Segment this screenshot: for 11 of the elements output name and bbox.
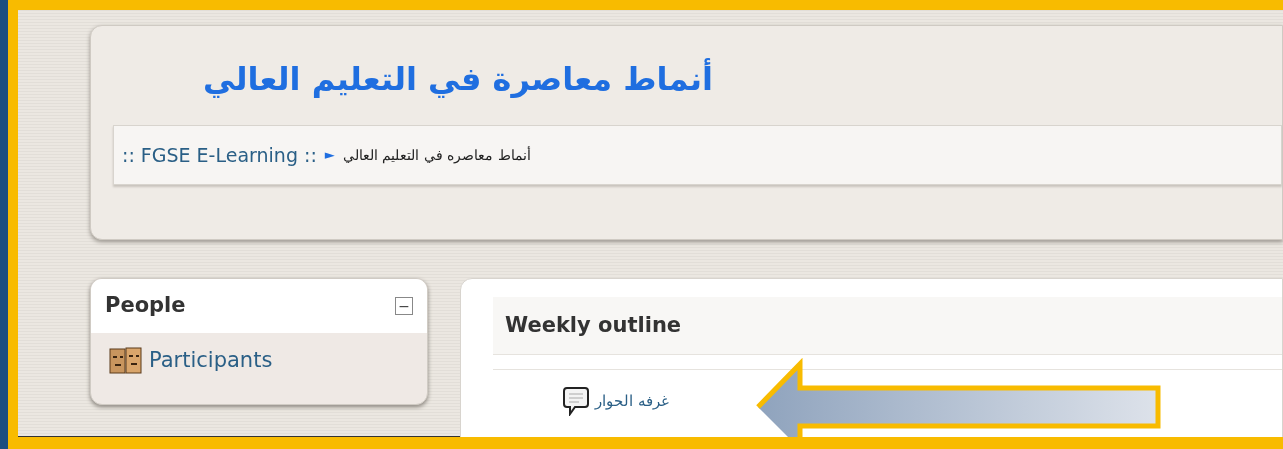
home-link[interactable]: :: FGSE E-Learning :: — [122, 140, 317, 170]
current-page: أنماط معاصره في التعليم العالي — [342, 145, 531, 166]
participants-link[interactable]: Participants — [149, 345, 273, 377]
block-title: People — [105, 292, 186, 320]
site-title: أنماط معاصرة في التعليم العالي — [202, 57, 713, 100]
collapse-button[interactable]: − — [395, 297, 413, 315]
chat-link[interactable]: غرفه الحوار — [595, 389, 669, 413]
breadcrumb-separator: ► — [324, 146, 335, 165]
people-icon — [109, 346, 143, 375]
section-heading: Weekly outline — [493, 297, 1282, 355]
speech-bubble-icon — [563, 386, 589, 416]
